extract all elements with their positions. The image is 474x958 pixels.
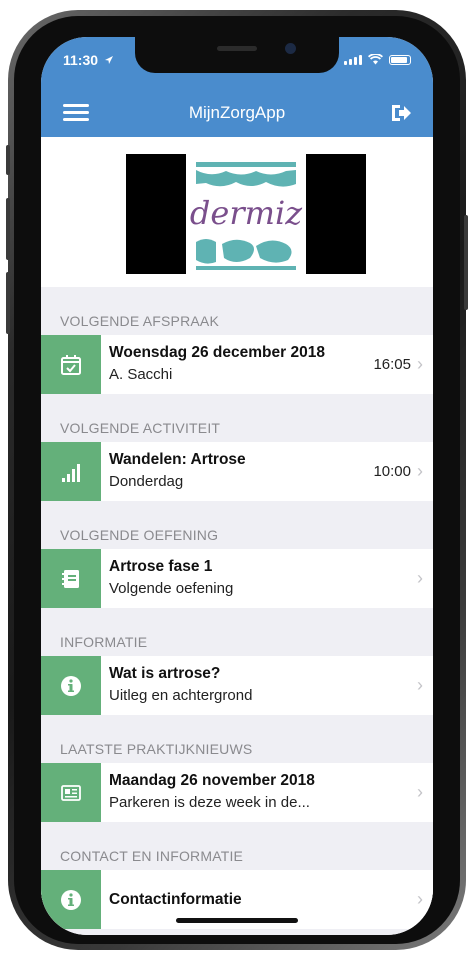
chevron-right-icon: › <box>417 889 423 909</box>
top-bar: 11:30 MijnZorgApp <box>41 37 433 137</box>
chevron-right-icon: › <box>417 568 423 588</box>
logo-area: dermiz <box>41 137 433 287</box>
row-text: Woensdag 26 december 2018 A. Sacchi <box>101 335 373 394</box>
section-header-contact: CONTACT EN INFORMATIE <box>60 848 244 864</box>
app-header: MijnZorgApp <box>41 89 433 137</box>
row-right: › <box>417 656 433 715</box>
row-title: Woensdag 26 december 2018 <box>109 344 325 361</box>
row-right: 16:05 › <box>373 335 433 394</box>
status-icons <box>344 54 411 65</box>
dashboard-list: VOLGENDE AFSPRAAK Woensdag 26 december 2… <box>41 287 433 935</box>
logo-text: dermiz <box>189 194 303 232</box>
front-camera <box>285 43 296 54</box>
row-right: › <box>417 549 433 608</box>
phone-screen: 11:30 MijnZorgApp dermiz VOLGENDE AFSPRA… <box>41 37 433 935</box>
row-title: Artrose fase 1 <box>109 558 213 575</box>
row-time: 10:00 <box>373 463 411 480</box>
row-text: Maandag 26 november 2018 Parkeren is dez… <box>101 763 417 822</box>
row-title: Maandag 26 november 2018 <box>109 772 315 789</box>
chevron-right-icon: › <box>417 782 423 802</box>
row-text: Artrose fase 1 Volgende oefening <box>101 549 417 608</box>
row-title: Wat is artrose? <box>109 665 221 682</box>
information-row[interactable]: Wat is artrose? Uitleg en achtergrond › <box>41 656 433 715</box>
chevron-right-icon: › <box>417 354 423 374</box>
logo-bottom-waves <box>196 239 296 270</box>
next-exercise-row[interactable]: Artrose fase 1 Volgende oefening › <box>41 549 433 608</box>
row-right: › <box>417 870 433 929</box>
row-subtitle: Donderdag <box>109 473 184 490</box>
logout-icon[interactable] <box>389 102 413 124</box>
notebook-icon <box>41 549 101 608</box>
section-header-information: INFORMATIE <box>60 634 148 650</box>
signal-bars-icon <box>41 442 101 501</box>
cellular-signal-icon <box>344 54 362 65</box>
mute-switch <box>6 145 10 175</box>
battery-icon <box>389 54 411 65</box>
logo-panel: dermiz <box>186 154 306 274</box>
chevron-right-icon: › <box>417 461 423 481</box>
next-activity-row[interactable]: Wandelen: Artrose Donderdag 10:00 › <box>41 442 433 501</box>
calendar-check-icon <box>41 335 101 394</box>
section-header-next-appointment: VOLGENDE AFSPRAAK <box>60 313 220 329</box>
chevron-right-icon: › <box>417 675 423 695</box>
row-right: › <box>417 763 433 822</box>
home-indicator[interactable] <box>176 918 298 923</box>
row-title: Contactinformatie <box>109 890 242 908</box>
app-title: MijnZorgApp <box>188 103 286 122</box>
row-text: Wandelen: Artrose Donderdag <box>101 442 373 501</box>
row-text: Wat is artrose? Uitleg en achtergrond <box>101 656 417 715</box>
info-icon <box>41 656 101 715</box>
hamburger-menu-icon[interactable] <box>63 104 89 122</box>
next-appointment-row[interactable]: Woensdag 26 december 2018 A. Sacchi 16:0… <box>41 335 433 394</box>
volume-up-button <box>6 198 10 260</box>
row-title: Wandelen: Artrose <box>109 451 246 468</box>
row-right: 10:00 › <box>373 442 433 501</box>
row-time: 16:05 <box>373 356 411 373</box>
practice-logo: dermiz <box>126 154 366 274</box>
row-subtitle: Parkeren is deze week in de... <box>109 794 310 811</box>
row-subtitle: Uitleg en achtergrond <box>109 687 253 704</box>
section-header-next-activity: VOLGENDE ACTIVITEIT <box>60 420 221 436</box>
row-subtitle: Volgende oefening <box>109 580 234 597</box>
status-time: 11:30 <box>63 52 114 68</box>
info-icon <box>41 870 101 929</box>
row-subtitle: A. Sacchi <box>109 366 173 383</box>
notch <box>135 37 339 73</box>
section-header-practice-news: LAATSTE PRAKTIJKNIEUWS <box>60 741 253 757</box>
practice-news-row[interactable]: Maandag 26 november 2018 Parkeren is dez… <box>41 763 433 822</box>
volume-down-button <box>6 272 10 334</box>
wifi-icon <box>368 54 383 65</box>
speaker-grille <box>217 46 257 51</box>
logo-top-waves <box>196 162 296 187</box>
newspaper-icon <box>41 763 101 822</box>
power-button <box>464 215 468 310</box>
location-arrow-icon <box>104 56 113 64</box>
section-header-next-exercise: VOLGENDE OEFENING <box>60 527 219 543</box>
